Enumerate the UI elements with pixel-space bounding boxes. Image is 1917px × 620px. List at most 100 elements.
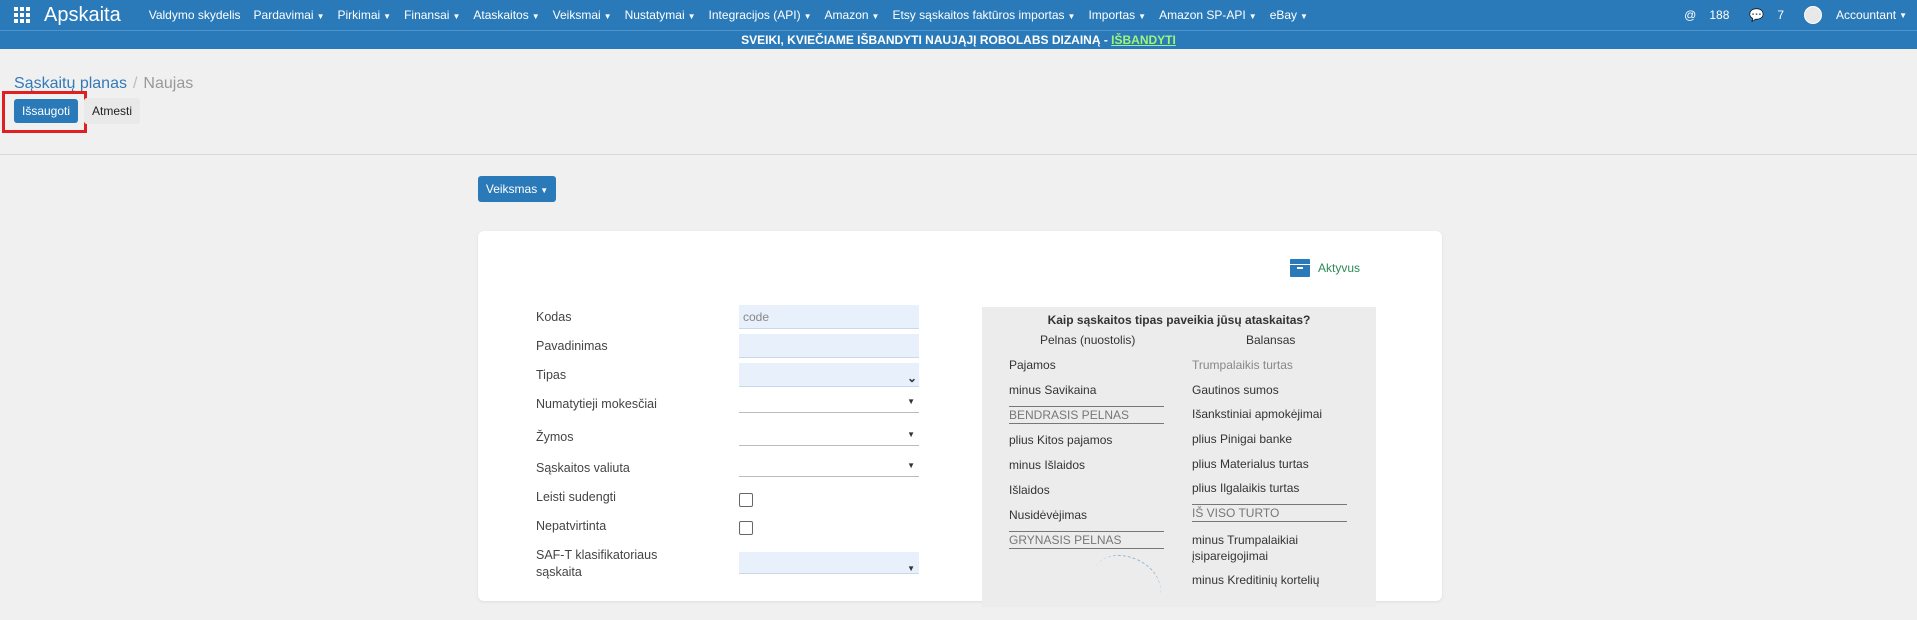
menu-item-finance[interactable]: Finansai ▼ <box>404 8 460 22</box>
caret-down-icon: ▼ <box>540 186 549 195</box>
default-taxes-label: Numatytieji mokesčiai <box>536 397 657 411</box>
bs-tangible-assets: plius Materialus turtas <box>1192 457 1309 471</box>
caret-down-icon: ▼ <box>1899 10 1907 20</box>
caret-down-icon: ▼ <box>603 12 612 21</box>
user-menu[interactable]: Accountant ▼ <box>1794 6 1907 24</box>
chat-bubbles-icon: 💬 <box>1749 8 1765 22</box>
announcement-banner: SVEIKI, KVIEČIAME IŠBANDYTI NAUJĄJĮ ROBO… <box>0 30 1917 49</box>
banner-try-link[interactable]: IŠBANDYTI <box>1111 33 1176 47</box>
currency-label: Sąskaitos valiuta <box>536 461 630 475</box>
allow-reconcile-label: Leisti sudengti <box>536 490 616 504</box>
pl-depreciation: Nusidėvėjimas <box>1009 508 1088 522</box>
menu-item-amazon-sp-api[interactable]: Amazon SP-API ▼ <box>1159 8 1257 22</box>
action-button-label: Veiksmas <box>485 182 538 196</box>
caret-down-icon: ▼ <box>907 397 915 406</box>
messages-indicator[interactable]: 💬 7 <box>1739 8 1784 22</box>
balance-sheet-header: Balansas <box>1246 333 1296 347</box>
caret-down-icon: ▼ <box>452 12 461 21</box>
discard-button[interactable]: Atmesti <box>84 98 140 124</box>
caret-down-icon: ▼ <box>316 12 325 21</box>
caret-down-icon: ▼ <box>1067 12 1076 21</box>
control-panel: Sąskaitų planas / Naujas Išsaugoti Atmesti <box>0 49 1917 155</box>
caret-down-icon: ▼ <box>1300 12 1308 21</box>
bs-noncurrent-assets: plius Ilgalaikis turtas <box>1192 481 1300 495</box>
app-brand[interactable]: Apskaita <box>44 4 121 27</box>
breadcrumb-parent-link[interactable]: Sąskaitų planas <box>14 75 127 92</box>
apps-menu-icon[interactable] <box>14 7 30 23</box>
bs-bank: plius Pinigai banke <box>1192 432 1293 446</box>
menu-item-import[interactable]: Importas ▼ <box>1088 8 1146 22</box>
code-label: Kodas <box>536 310 572 324</box>
tags-field[interactable]: ▼ <box>739 424 919 446</box>
form-sheet: Aktyvus Kodas code Pavadinimas Tipas ⌄ N… <box>478 231 1442 620</box>
banner-text: SVEIKI, KVIEČIAME IŠBANDYTI NAUJĄJĮ ROBO… <box>741 33 1112 47</box>
pl-cogs: minus Savikaina <box>1009 383 1097 397</box>
type-label: Tipas <box>536 368 567 382</box>
caret-down-icon: ▼ <box>531 12 540 21</box>
dashed-arrow <box>1084 544 1170 620</box>
pl-expenses-2: Išlaidos <box>1009 483 1050 497</box>
code-input[interactable]: code <box>739 305 919 329</box>
caret-down-icon: ▼ <box>1248 12 1257 21</box>
menu-item-amazon[interactable]: Amazon ▼ <box>825 8 880 22</box>
archive-icon <box>1290 259 1310 277</box>
breadcrumb-current: Naujas <box>143 75 194 92</box>
caret-down-icon: ▼ <box>871 12 880 21</box>
menu-item-sales[interactable]: Pardavimai ▼ <box>254 8 325 22</box>
save-button[interactable]: Išsaugoti <box>14 99 78 123</box>
mentions-indicator[interactable]: @188 <box>1674 8 1729 22</box>
action-dropdown-button[interactable]: Veiksmas ▼ <box>478 176 556 202</box>
account-type-help-panel: Kaip sąskaitos tipas paveikia jūsų atask… <box>982 307 1376 620</box>
caret-down-icon: ▼ <box>803 12 812 21</box>
caret-down-icon: ▼ <box>907 461 915 470</box>
bs-current-assets: Trumpalaikis turtas <box>1192 358 1293 372</box>
profit-loss-header: Pelnas (nuostolis) <box>1040 333 1136 347</box>
saft-account-field[interactable]: ▼ <box>739 552 919 574</box>
caret-down-icon: ▼ <box>687 12 696 21</box>
user-nav: @188 💬 7 Accountant ▼ <box>1664 0 1907 30</box>
menu-item-reports[interactable]: Ataskaitos ▼ <box>473 8 539 22</box>
help-panel-title: Kaip sąskaitos tipas paveikia jūsų atask… <box>1047 313 1311 327</box>
menu-item-dashboard[interactable]: Valdymo skydelis <box>149 8 241 22</box>
caret-down-icon: ▼ <box>907 564 915 573</box>
deprecated-checkbox[interactable] <box>739 521 753 535</box>
active-status-label: Aktyvus <box>1318 261 1361 275</box>
currency-field[interactable]: ▼ <box>739 455 919 477</box>
bs-credit-cards: minus Kreditinių kortelių <box>1192 573 1320 587</box>
messages-count: 7 <box>1777 8 1785 22</box>
active-toggle[interactable]: Aktyvus <box>1290 259 1360 277</box>
main-menu: Valdymo skydelis Pardavimai ▼ Pirkimai ▼ F… <box>149 8 1321 22</box>
caret-down-icon: ▼ <box>907 430 915 439</box>
top-navbar: Apskaita Valdymo skydelis Pardavimai ▼ Pi… <box>0 0 1917 30</box>
avatar <box>1804 6 1823 24</box>
name-label: Pavadinimas <box>536 339 608 353</box>
caret-down-icon: ▼ <box>383 12 392 21</box>
bs-current-liabilities: minus Trumpalaikiai įsipareigojimai <box>1192 533 1299 563</box>
saft-account-label: SAF-T klasifikatoriaus sąskaita <box>536 548 658 579</box>
caret-down-icon: ▼ <box>1138 12 1147 21</box>
default-taxes-field[interactable]: ▼ <box>739 391 919 413</box>
menu-item-settings[interactable]: Nustatymai ▼ <box>625 8 696 22</box>
type-select[interactable]: ⌄ <box>739 363 919 387</box>
at-sign-icon: @ <box>1684 8 1697 22</box>
menu-item-actions[interactable]: Veiksmai ▼ <box>553 8 612 22</box>
chevron-down-icon: ⌄ <box>906 371 917 385</box>
pl-income: Pajamos <box>1009 358 1056 372</box>
pl-gross-profit: BENDRASIS PELNAS <box>1009 406 1164 424</box>
user-name: Accountant <box>1836 8 1897 22</box>
pl-expenses: minus Išlaidos <box>1009 458 1086 472</box>
menu-item-etsy-import[interactable]: Etsy sąskaitos faktūros importas ▼ <box>892 8 1075 22</box>
allow-reconcile-checkbox[interactable] <box>739 493 753 507</box>
menu-item-ebay[interactable]: eBay ▼ <box>1270 8 1308 22</box>
pl-other-income: plius Kitos pajamos <box>1009 433 1113 447</box>
breadcrumb-separator: / <box>132 75 138 92</box>
bs-prepayments: Išankstiniai apmokėjimai <box>1192 407 1323 421</box>
menu-item-purchases[interactable]: Pirkimai ▼ <box>337 8 391 22</box>
tags-label: Žymos <box>536 430 574 444</box>
bs-total-assets: IŠ VISO TURTO <box>1192 504 1347 522</box>
menu-item-integrations[interactable]: Integracijos (API) ▼ <box>709 8 812 22</box>
name-input[interactable] <box>739 334 919 358</box>
pl-net-profit: GRYNASIS PELNAS <box>1009 531 1164 549</box>
bs-receivables: Gautinos sumos <box>1192 383 1279 397</box>
deprecated-label: Nepatvirtinta <box>536 519 607 533</box>
